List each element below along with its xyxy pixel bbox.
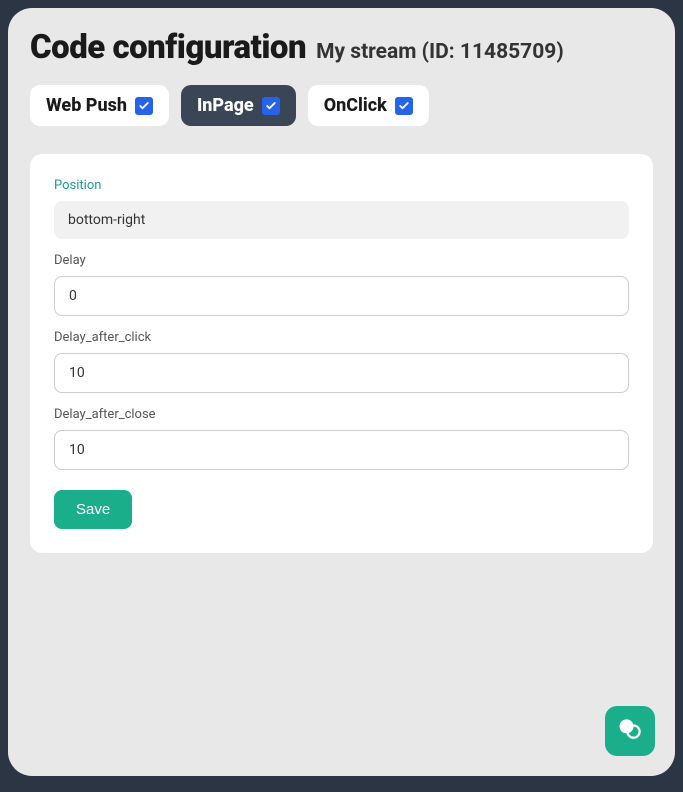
- field-delay-after-close: Delay_after_close: [54, 407, 629, 470]
- tab-onclick[interactable]: OnClick: [308, 85, 429, 126]
- delay-input[interactable]: [54, 276, 629, 316]
- field-delay-after-click: Delay_after_click: [54, 330, 629, 393]
- delay-after-close-input[interactable]: [54, 430, 629, 470]
- tab-label: InPage: [197, 95, 254, 116]
- chat-icon: [616, 715, 644, 747]
- page-container: Code configuration My stream (ID: 114857…: [8, 8, 675, 776]
- position-select[interactable]: bottom-right: [54, 201, 629, 239]
- label-delay-after-close: Delay_after_close: [54, 407, 629, 422]
- chat-fab[interactable]: [605, 706, 655, 756]
- label-delay-after-click: Delay_after_click: [54, 330, 629, 345]
- label-delay: Delay: [54, 253, 629, 268]
- checkbox-icon: [395, 97, 413, 115]
- tabs-row: Web Push InPage OnClick: [30, 85, 653, 126]
- tab-web-push[interactable]: Web Push: [30, 85, 169, 126]
- checkbox-icon: [262, 97, 280, 115]
- delay-after-click-input[interactable]: [54, 353, 629, 393]
- field-delay: Delay: [54, 253, 629, 316]
- tab-label: OnClick: [324, 95, 387, 116]
- checkbox-icon: [135, 97, 153, 115]
- save-button[interactable]: Save: [54, 490, 132, 529]
- field-position: Position bottom-right: [54, 178, 629, 239]
- tab-label: Web Push: [46, 95, 127, 116]
- label-position: Position: [54, 178, 629, 193]
- form-card: Position bottom-right Delay Delay_after_…: [30, 154, 653, 553]
- tab-inpage[interactable]: InPage: [181, 85, 296, 126]
- page-subtitle: My stream (ID: 11485709): [316, 40, 564, 64]
- page-header: Code configuration My stream (ID: 114857…: [30, 28, 653, 67]
- page-title: Code configuration: [30, 28, 306, 67]
